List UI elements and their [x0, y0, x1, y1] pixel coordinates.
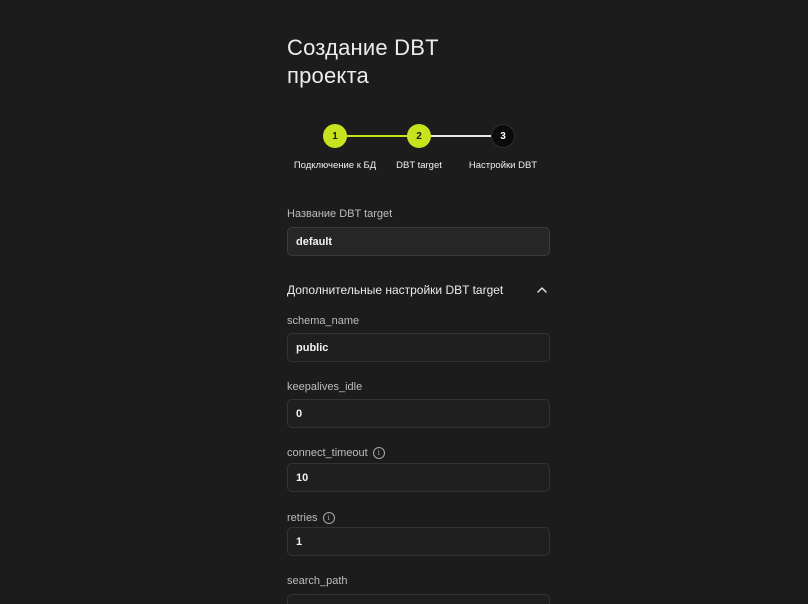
advanced-settings-title: Дополнительные настройки DBT target — [287, 283, 504, 297]
chevron-up-icon[interactable] — [535, 283, 549, 297]
advanced-settings-toggle[interactable]: Дополнительные настройки DBT target — [287, 280, 551, 300]
target-name-label-text: Название DBT target — [287, 208, 393, 220]
schema-name-input[interactable] — [287, 333, 550, 362]
page-title: Создание DBT проекта — [287, 35, 439, 88]
keepalives-idle-label-text: keepalives_idle — [287, 381, 363, 393]
step-1-indicator[interactable]: 1 — [323, 124, 347, 148]
retries-label-text: retries — [287, 512, 318, 524]
schema-name-label-text: schema_name — [287, 315, 360, 327]
progress-stepper: 1 2 3 Подключение к БД DBT target Настро… — [287, 120, 551, 180]
info-icon[interactable]: i — [372, 447, 385, 459]
retries-input[interactable] — [287, 527, 550, 556]
step-3-indicator: 3 — [491, 124, 515, 148]
info-icon[interactable]: i — [322, 512, 335, 524]
connect-timeout-label-text: connect_timeout — [287, 447, 368, 459]
target-name-input[interactable] — [287, 227, 550, 256]
step-1-label: Подключение к БД — [293, 160, 377, 171]
step-3-label: Настройки DBT — [468, 160, 538, 171]
dbt-project-creation-page: Создание DBT проекта 1 2 3 Подключение к… — [0, 0, 808, 604]
schema-name-label: schema_name — [287, 315, 359, 327]
connect-timeout-input[interactable] — [287, 463, 550, 492]
search-path-label: search_path — [287, 575, 348, 587]
keepalives-idle-input[interactable] — [287, 399, 550, 428]
step-2-indicator[interactable]: 2 — [407, 124, 431, 148]
keepalives-idle-label: keepalives_idle — [287, 381, 362, 393]
target-name-label: Название DBT target — [287, 208, 392, 220]
connect-timeout-label: connect_timeout i — [287, 447, 385, 459]
retries-label: retries i — [287, 512, 335, 524]
search-path-label-text: search_path — [287, 575, 348, 587]
step-2-label: DBT target — [396, 160, 442, 171]
search-path-input[interactable] — [287, 594, 550, 604]
